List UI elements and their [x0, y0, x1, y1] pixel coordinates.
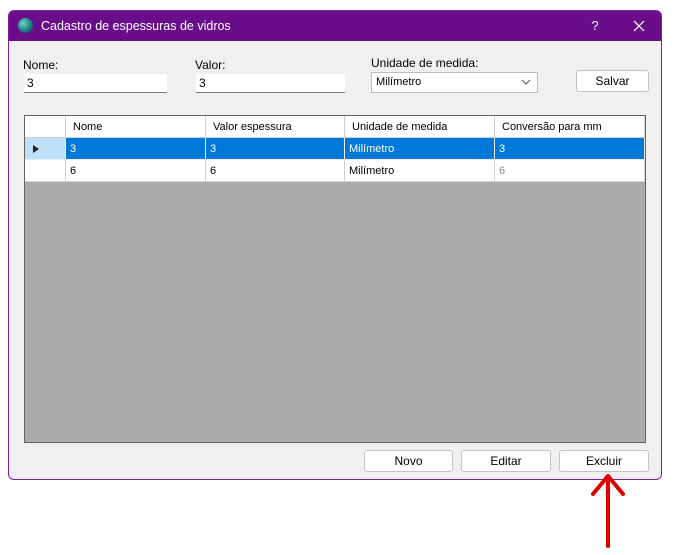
app-globe-icon: [18, 18, 33, 33]
unidade-selected-value: Milímetro: [376, 76, 422, 88]
close-icon: [633, 20, 645, 32]
glass-thickness-dialog: Cadastro de espessuras de vidros ? Nome:…: [8, 10, 662, 480]
column-header-nome[interactable]: Nome: [66, 116, 206, 138]
valor-label: Valor:: [195, 58, 226, 72]
thickness-table[interactable]: Nome Valor espessura Unidade de medida C…: [24, 115, 646, 443]
cell-valor[interactable]: 3: [206, 138, 345, 160]
help-button[interactable]: ?: [579, 11, 611, 41]
column-header-unidade[interactable]: Unidade de medida: [345, 116, 495, 138]
nome-label: Nome:: [23, 58, 59, 72]
close-button[interactable]: [623, 11, 655, 41]
new-button[interactable]: Novo: [364, 450, 453, 472]
nome-input[interactable]: [24, 74, 167, 93]
cell-nome[interactable]: 3: [66, 138, 206, 160]
cell-unidade[interactable]: Milímetro: [345, 160, 495, 182]
red-arrow-annotation: [591, 474, 625, 548]
row-selector[interactable]: [25, 138, 66, 160]
column-header-valor[interactable]: Valor espessura: [206, 116, 345, 138]
row-pointer-icon: [33, 145, 39, 153]
valor-input[interactable]: [196, 74, 345, 93]
cell-nome[interactable]: 6: [66, 160, 206, 182]
row-selector[interactable]: [25, 160, 66, 182]
save-button[interactable]: Salvar: [576, 70, 649, 92]
window-title: Cadastro de espessuras de vidros: [41, 19, 231, 33]
row-header-corner: [25, 116, 66, 138]
edit-button[interactable]: Editar: [461, 450, 551, 472]
cell-unidade[interactable]: Milímetro: [345, 138, 495, 160]
title-bar: Cadastro de espessuras de vidros ?: [9, 11, 661, 41]
cell-conversao[interactable]: 3: [495, 138, 645, 160]
cell-valor[interactable]: 6: [206, 160, 345, 182]
column-header-conversao[interactable]: Conversão para mm: [495, 116, 645, 138]
chevron-down-icon: [521, 79, 531, 85]
cell-conversao[interactable]: 6: [495, 160, 645, 182]
unidade-label: Unidade de medida:: [371, 56, 479, 70]
unidade-select[interactable]: Milímetro: [371, 72, 538, 93]
